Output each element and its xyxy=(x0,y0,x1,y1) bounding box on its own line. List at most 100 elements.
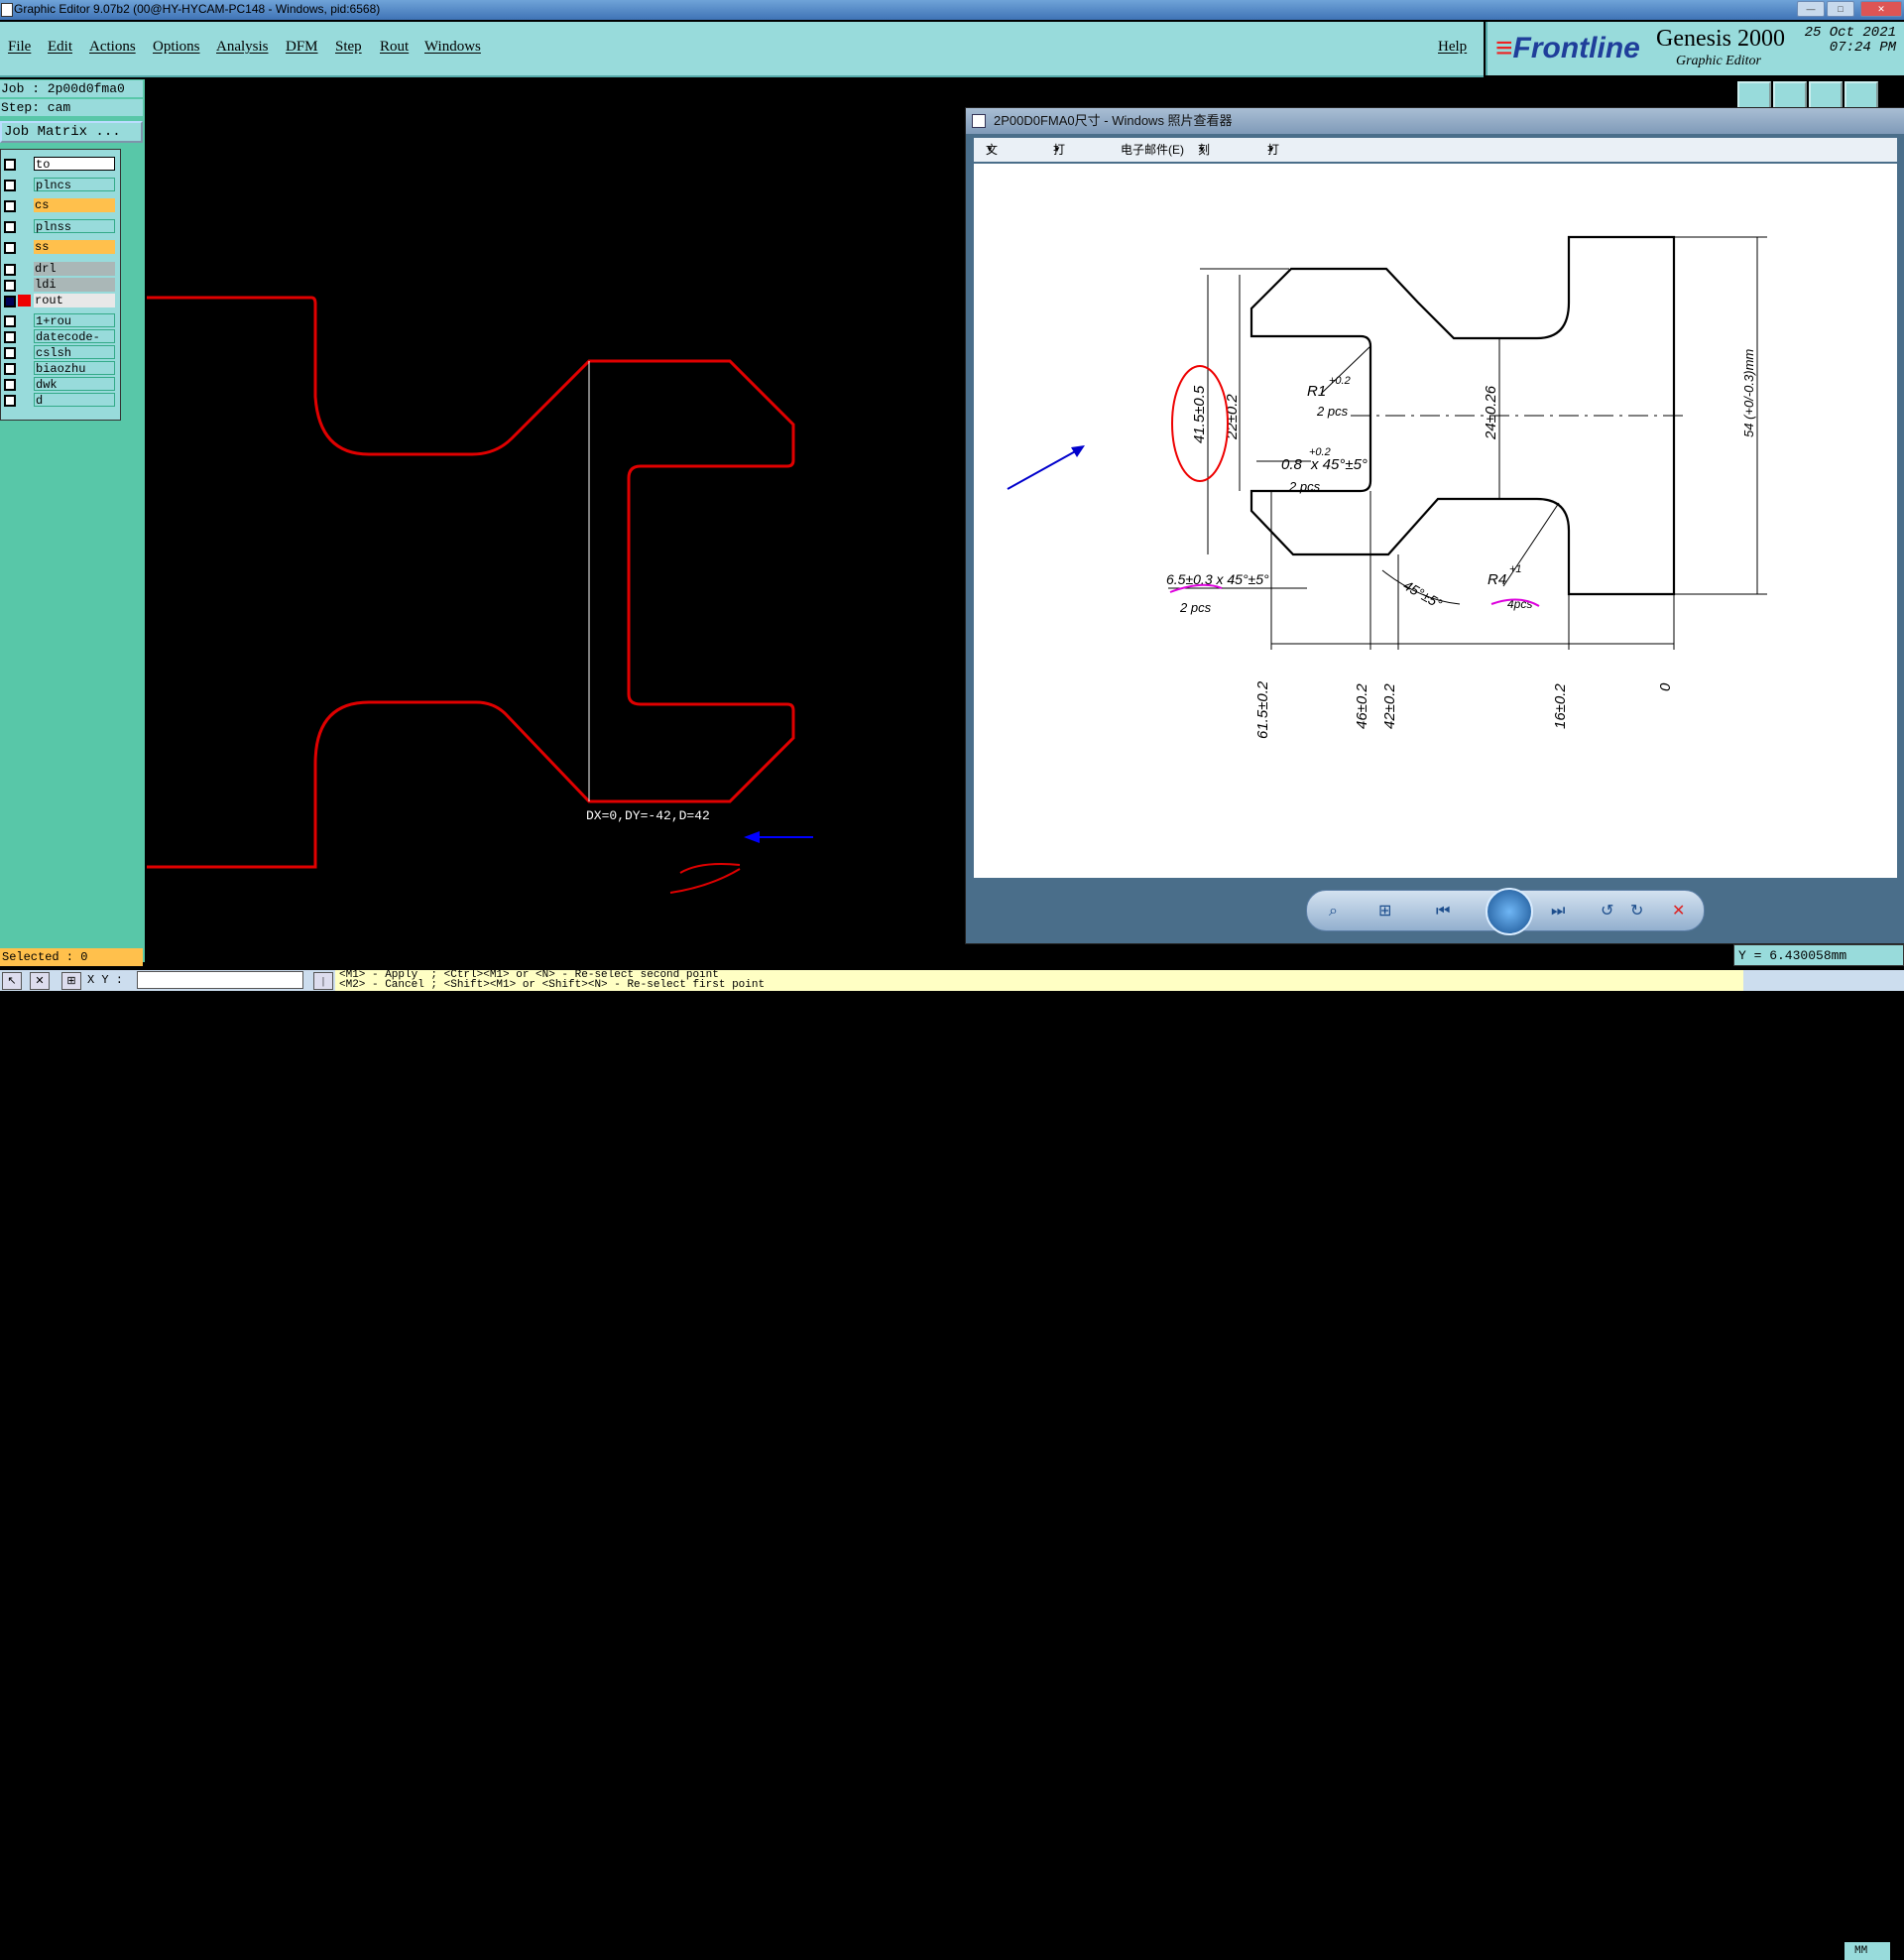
layer-row[interactable]: drl xyxy=(1,261,118,277)
layer-name: datecode-to xyxy=(34,329,115,358)
rotate-right-icon[interactable]: ↻ xyxy=(1630,903,1643,919)
layer-checkbox[interactable] xyxy=(4,315,16,327)
menu-step[interactable]: Step xyxy=(335,39,362,56)
slideshow-button[interactable] xyxy=(1486,888,1533,935)
time-text: 07:24 PM xyxy=(1829,40,1896,56)
close-button[interactable]: ✕ xyxy=(1860,1,1902,17)
next-icon[interactable]: ⏭ xyxy=(1551,903,1565,919)
layer-row[interactable]: ldi xyxy=(1,277,118,293)
layer-row[interactable]: 1+rou xyxy=(1,312,118,328)
layer-row[interactable]: cslsh xyxy=(1,344,118,360)
dim-0-8-tol: +0.2 xyxy=(1309,446,1331,458)
layer-name: ldi xyxy=(34,278,115,292)
dim-zero: 0 xyxy=(1657,682,1674,691)
layer-row[interactable]: to xyxy=(1,156,118,172)
menu-file[interactable]: File xyxy=(8,39,31,56)
viewer-menu-email[interactable]: 电子邮件(E) xyxy=(1121,138,1184,162)
layer-checkbox[interactable] xyxy=(4,347,16,359)
menu-dfm[interactable]: DFM xyxy=(286,39,318,56)
layer-checkbox[interactable] xyxy=(4,200,16,212)
menu-options[interactable]: Options xyxy=(153,39,200,56)
layer-name: d xyxy=(34,393,115,408)
units-button[interactable]: MM xyxy=(1844,1942,1890,1960)
frontline-logo: ≡Frontline xyxy=(1495,32,1640,65)
layer-checkbox[interactable] xyxy=(4,159,16,171)
menu-actions[interactable]: Actions xyxy=(89,39,136,56)
layer-checkbox[interactable] xyxy=(4,296,16,307)
logo-text: Frontline xyxy=(1512,32,1640,64)
layer-row[interactable]: biaozhu xyxy=(1,360,118,376)
layer-name: dwk xyxy=(34,377,115,392)
viewer-controls: ⌕ ⊞ ⏮ ⏭ ↺ ↻ ✕ xyxy=(1306,888,1705,935)
dim-r4: R4 xyxy=(1488,571,1506,588)
layer-name: to xyxy=(34,157,115,172)
rotate-left-icon[interactable]: ↺ xyxy=(1601,903,1613,919)
dimension-drawing: 41.5±0.5 22±0.2 24±0.26 54 (+0/-0.3)mm R… xyxy=(1007,235,1767,739)
zoom-icon[interactable]: ⌕ xyxy=(1329,903,1338,919)
layer-checkbox[interactable] xyxy=(4,280,16,292)
dim-61-5: 61.5±0.2 xyxy=(1254,680,1271,739)
layer-checkbox[interactable] xyxy=(4,331,16,343)
previous-icon[interactable]: ⏮ xyxy=(1436,903,1450,919)
arrow-head-icon xyxy=(1071,445,1085,457)
photo-canvas[interactable]: 41.5±0.5 22±0.2 24±0.26 54 (+0/-0.3)mm R… xyxy=(974,164,1897,878)
graphic-canvas[interactable] xyxy=(145,79,968,967)
y-coordinate-readout: Y = 6.430058mm xyxy=(1733,944,1904,966)
job-matrix-button[interactable]: Job Matrix ... xyxy=(0,121,143,143)
layer-checkbox[interactable] xyxy=(4,264,16,276)
dim-24: 24±0.26 xyxy=(1483,385,1499,440)
dropdown-arrow-icon: ▼ xyxy=(1267,145,1275,154)
layer-checkbox[interactable] xyxy=(4,363,16,375)
product-name: Genesis 2000 xyxy=(1656,26,1785,52)
photo-viewer-window: 2P00D0FMA0尺寸 - Windows 照片查看器 文件(F) ▼ 打印(… xyxy=(965,107,1904,944)
actual-size-icon[interactable]: ⊞ xyxy=(1378,903,1391,919)
dim-6-5: 6.5±0.3 x 45°±5° xyxy=(1166,571,1269,587)
xy-input[interactable] xyxy=(137,971,303,989)
dim-6-5-qty: 2 pcs xyxy=(1179,600,1212,615)
viewer-title: 2P00D0FMA0尺寸 - Windows 照片查看器 xyxy=(994,113,1233,128)
measurement-readout: DX=0,DY=-42,D=42 xyxy=(586,808,710,823)
layer-name: biaozhu xyxy=(34,361,115,376)
window-title: Graphic Editor 9.07b2 (00@HY-HYCAM-PC148… xyxy=(14,2,381,16)
layer-checkbox[interactable] xyxy=(4,395,16,407)
minimize-button[interactable]: — xyxy=(1797,1,1825,17)
layer-name: plnss xyxy=(34,219,115,234)
dropdown-arrow-icon: ▼ xyxy=(986,145,994,154)
layer-row[interactable]: plnss xyxy=(1,218,118,234)
layer-row[interactable]: d xyxy=(1,392,118,408)
layer-checkbox[interactable] xyxy=(4,242,16,254)
layer-name: cs xyxy=(34,198,115,212)
product-subtitle: Graphic Editor xyxy=(1676,54,1761,68)
layer-checkbox[interactable] xyxy=(4,180,16,191)
menu-help[interactable]: Help xyxy=(1438,39,1467,56)
layer-name: drl xyxy=(34,262,115,276)
layer-row[interactable]: datecode-to xyxy=(1,328,118,358)
menu-analysis[interactable]: Analysis xyxy=(216,39,269,56)
bracket-icon[interactable]: | xyxy=(313,972,333,990)
grid-tool-icon[interactable]: ⊞ xyxy=(61,972,81,990)
maximize-button[interactable]: □ xyxy=(1827,1,1854,17)
layer-row[interactable]: plncs xyxy=(1,177,118,192)
job-label: Job : 2p00d0fma0 xyxy=(0,80,143,97)
dimension-lines xyxy=(1168,236,1767,650)
layer-row-active[interactable]: rout xyxy=(1,293,118,308)
layer-row[interactable]: dwk xyxy=(1,376,118,392)
menu-windows[interactable]: Windows xyxy=(424,39,481,56)
hint-line-2: <M2> - Cancel ; <Shift><M1> or <Shift><N… xyxy=(339,979,766,991)
delete-icon[interactable]: ✕ xyxy=(1672,903,1685,919)
cross-tool-icon[interactable]: ✕ xyxy=(30,972,50,990)
dim-r1-tol: +0.2 xyxy=(1329,375,1351,387)
pointer-tool-icon[interactable]: ↖ xyxy=(2,972,22,990)
dim-16: 16±0.2 xyxy=(1552,683,1569,729)
step-label: Step: cam xyxy=(0,99,143,116)
arrow-head-icon xyxy=(744,831,760,843)
layer-row[interactable]: ss xyxy=(1,239,118,255)
layer-list: to plncs cs plnss ss drl ldi rout 1+rou … xyxy=(0,149,121,421)
layer-name: cslsh xyxy=(34,345,115,360)
layer-checkbox[interactable] xyxy=(4,379,16,391)
menu-edit[interactable]: Edit xyxy=(48,39,72,56)
layer-checkbox[interactable] xyxy=(4,221,16,233)
layer-row[interactable]: cs xyxy=(1,197,118,213)
dim-r1-qty: 2 pcs xyxy=(1316,404,1349,419)
menu-rout[interactable]: Rout xyxy=(380,39,409,56)
